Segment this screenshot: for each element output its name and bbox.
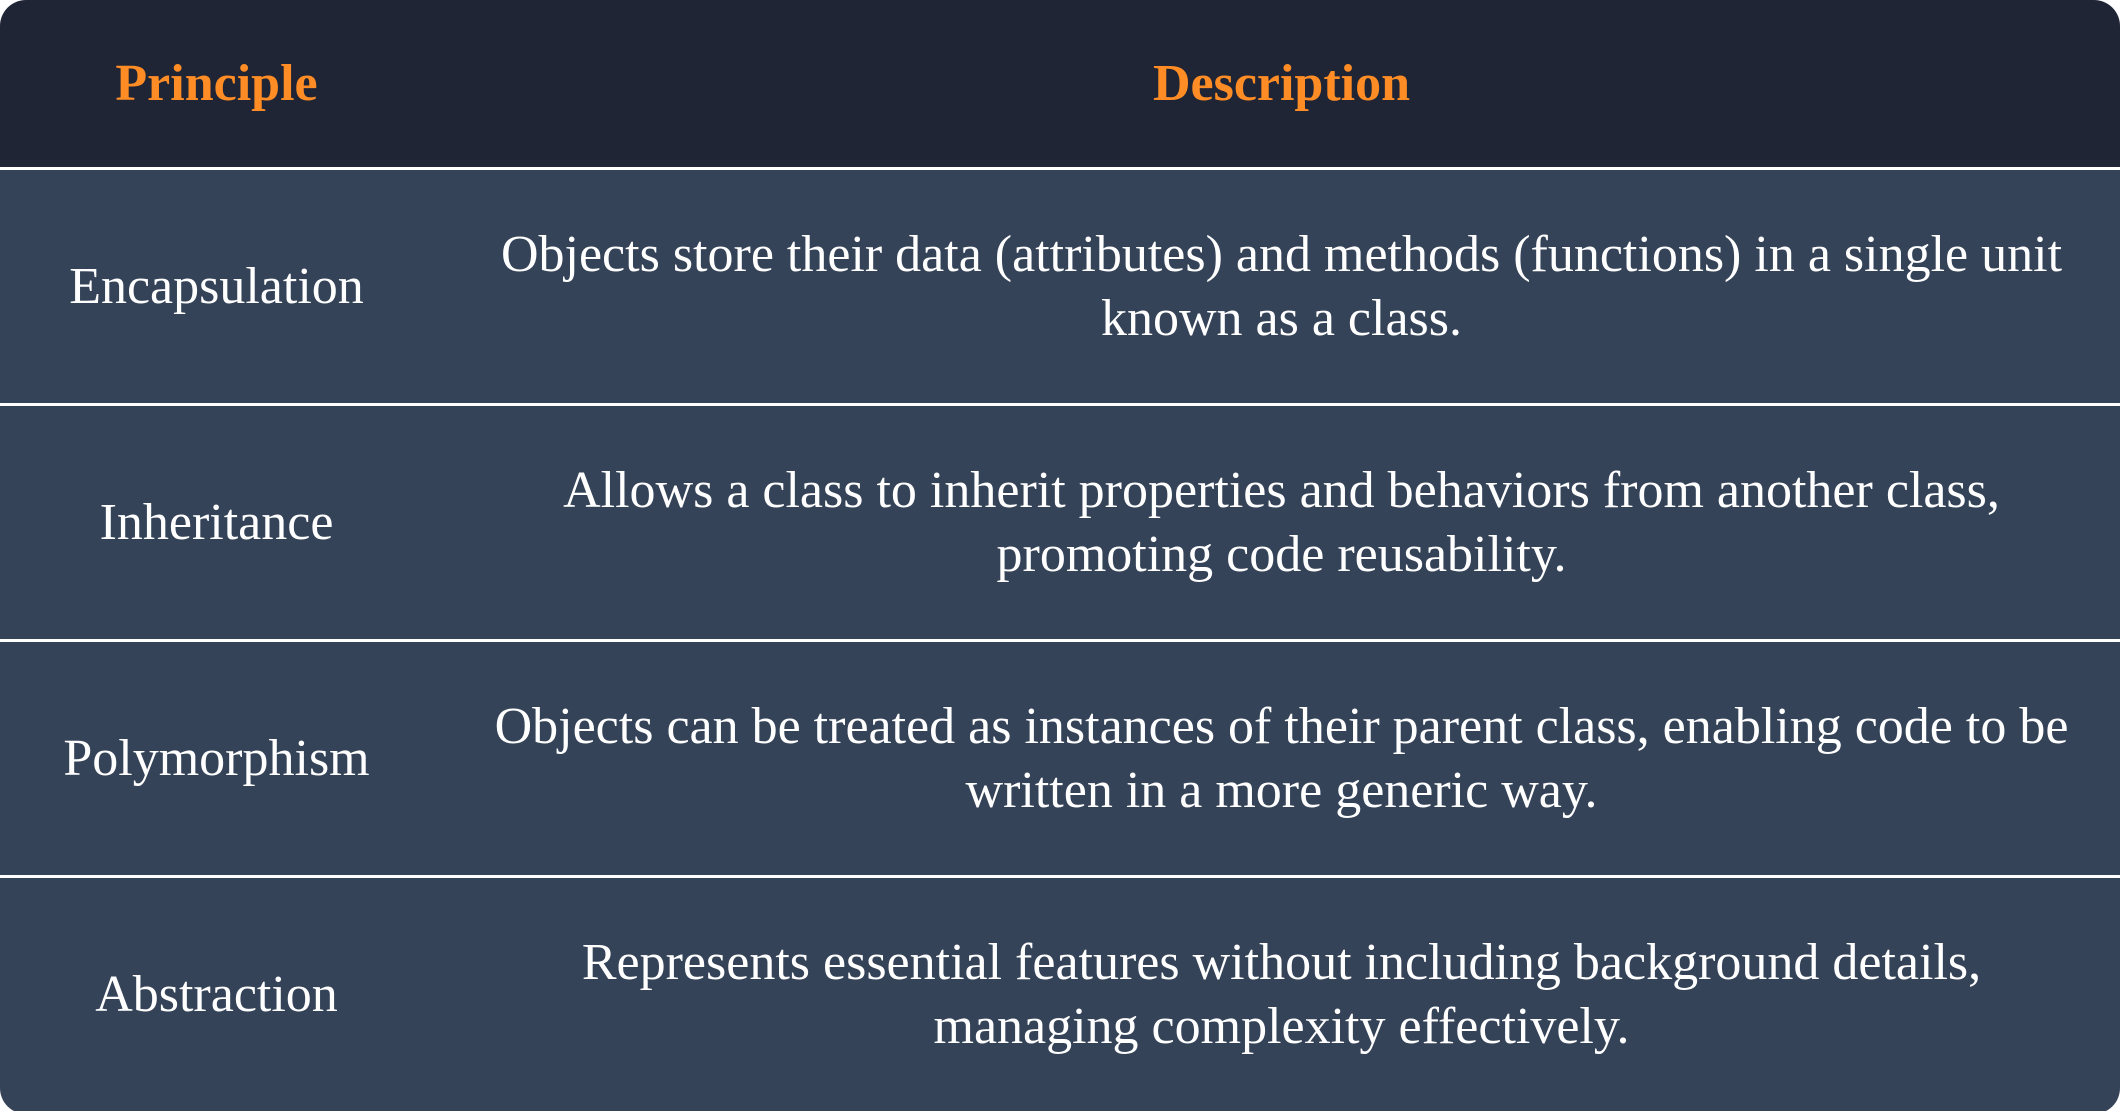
oop-principles-table: Principle Description Encapsulation Obje… — [0, 0, 2120, 1114]
principle-cell: Polymorphism — [63, 729, 370, 787]
principle-cell: Encapsulation — [69, 257, 364, 315]
description-cell: Represents essential features without in… — [581, 933, 1982, 1055]
description-cell: Objects store their data (attributes) an… — [500, 225, 2063, 347]
principle-cell: Inheritance — [99, 493, 334, 551]
table-row: Encapsulation Objects store their data (… — [0, 170, 2120, 403]
principle-cell: Abstraction — [95, 965, 338, 1023]
table-header: Principle Description — [0, 0, 2120, 167]
header-description: Description — [1152, 54, 1411, 112]
table-row: Polymorphism Objects can be treated as i… — [0, 642, 2120, 875]
header-principle: Principle — [115, 54, 318, 112]
description-cell: Allows a class to inherit properties and… — [563, 461, 2000, 583]
table-row: Abstraction Represents essential feature… — [0, 878, 2120, 1111]
description-cell: Objects can be treated as instances of t… — [494, 697, 2069, 819]
table-row: Inheritance Allows a class to inherit pr… — [0, 406, 2120, 639]
